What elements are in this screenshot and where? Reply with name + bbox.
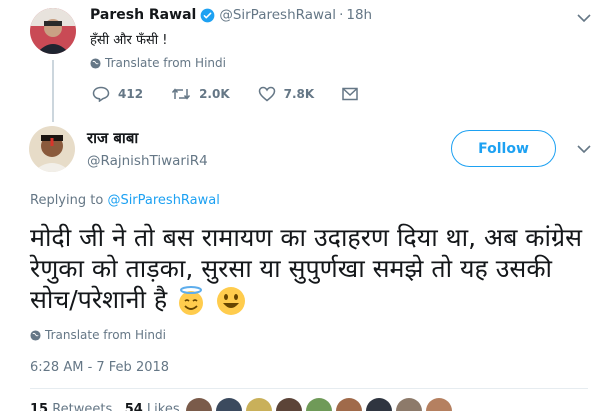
reply-button[interactable]: 412 — [92, 86, 143, 102]
likes-label: Likes — [146, 402, 180, 411]
parent-tweet-header: Paresh Rawal @SirPareshRawal · 18h — [90, 7, 372, 23]
replying-to-handle-link[interactable]: @SirPareshRawal — [107, 193, 219, 208]
liker-avatar[interactable] — [336, 398, 362, 411]
main-display-name[interactable]: राज बाबा — [87, 128, 138, 148]
liker-avatar[interactable] — [306, 398, 332, 411]
liker-avatar[interactable] — [396, 398, 422, 411]
globe-icon — [30, 329, 41, 341]
tweet-timestamp[interactable]: 6:28 AM - 7 Feb 2018 — [30, 360, 169, 375]
liker-avatar[interactable] — [186, 398, 212, 411]
liker-avatar[interactable] — [426, 398, 452, 411]
direct-message-button[interactable] — [342, 87, 366, 101]
halo-smile-emoji — [179, 286, 204, 315]
header-separator: · — [339, 7, 344, 23]
message-icon — [342, 87, 358, 101]
parent-timestamp[interactable]: 18h — [346, 7, 372, 23]
retweets-label: Retweets — [52, 402, 113, 411]
parent-handle[interactable]: @SirPareshRawal — [219, 7, 336, 23]
main-handle[interactable]: @RajnishTiwariR4 — [87, 153, 208, 169]
like-icon — [258, 86, 275, 102]
translate-link[interactable]: Translate from Hindi — [30, 328, 166, 342]
retweet-icon — [171, 88, 191, 100]
replying-prefix: Replying to — [30, 193, 104, 208]
liker-avatar[interactable] — [276, 398, 302, 411]
translate-link[interactable]: Translate from Hindi — [90, 56, 226, 70]
likes-stat[interactable]: 54 Likes — [125, 402, 180, 411]
like-count: 7.8K — [283, 87, 315, 101]
chevron-down-icon[interactable] — [577, 144, 591, 154]
liker-avatar[interactable] — [216, 398, 242, 411]
liker-avatar[interactable] — [366, 398, 392, 411]
thread-connector-line — [52, 60, 54, 122]
smile-emoji — [217, 287, 246, 315]
liker-avatar[interactable] — [246, 398, 272, 411]
engagement-stats: 15 Retweets 54 Likes — [30, 402, 180, 411]
main-tweet-text: मोदी जी ने तो बस रामायण का उदाहरण दिया थ… — [30, 222, 590, 317]
retweets-count: 15 — [30, 402, 49, 411]
divider — [30, 388, 588, 389]
follow-button[interactable]: Follow — [451, 130, 556, 167]
parent-tweet-text: हँसी और फँसी ! — [90, 33, 168, 48]
parent-display-name[interactable]: Paresh Rawal — [90, 7, 196, 23]
likes-count: 54 — [124, 402, 143, 411]
replying-to-line: Replying to @SirPareshRawal — [30, 193, 220, 208]
retweet-button[interactable]: 2.0K — [171, 86, 230, 102]
reply-icon — [92, 86, 110, 102]
parent-avatar[interactable] — [30, 8, 76, 54]
globe-icon — [90, 57, 101, 69]
main-avatar[interactable] — [29, 126, 75, 172]
translate-label: Translate from Hindi — [105, 56, 226, 70]
likers-avatar-row — [186, 398, 456, 411]
main-tweet-body: मोदी जी ने तो बस रामायण का उदाहरण दिया थ… — [30, 223, 582, 314]
parent-action-bar: 412 2.0K 7.8K — [92, 86, 394, 102]
like-button[interactable]: 7.8K — [258, 86, 315, 102]
retweets-stat[interactable]: 15 Retweets — [30, 402, 112, 411]
translate-label: Translate from Hindi — [45, 328, 166, 342]
reply-count: 412 — [118, 87, 144, 101]
retweet-count: 2.0K — [199, 87, 230, 101]
verified-badge-icon — [200, 8, 215, 22]
chevron-down-icon[interactable] — [577, 13, 591, 23]
